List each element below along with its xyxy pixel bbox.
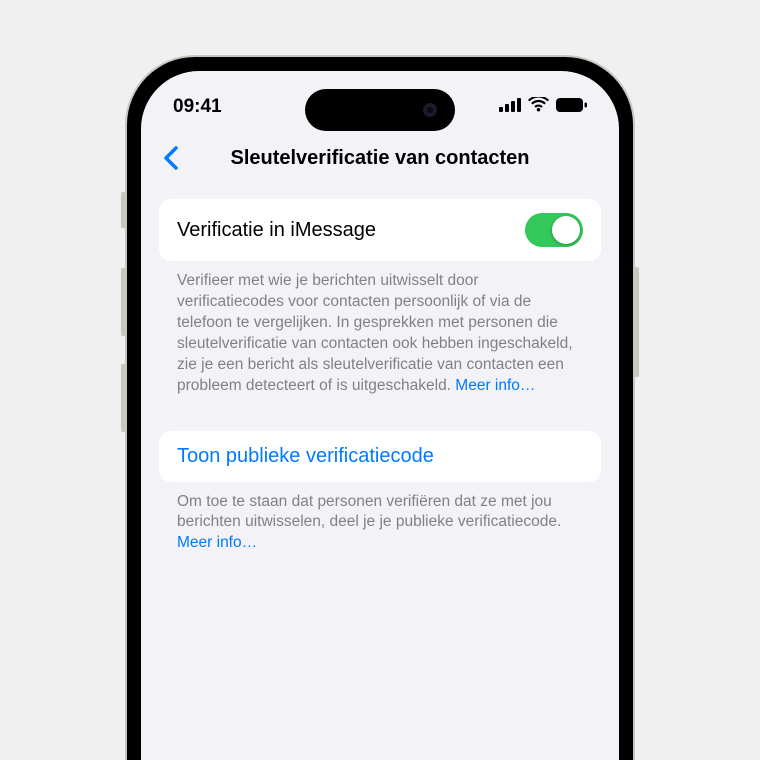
toggle-knob (552, 216, 580, 244)
page-title: Sleutelverificatie van contacten (151, 147, 609, 170)
cellular-icon (499, 96, 521, 118)
show-public-code-label: Toon publieke verificatiecode (177, 445, 434, 467)
section2-footer: Om toe te staan dat personen verifiëren … (159, 482, 601, 555)
side-buttons-right (634, 267, 639, 377)
section1-footer-text: Verifieer met wie je berichten uitwissel… (177, 272, 573, 394)
more-info-link-1[interactable]: Meer info… (455, 377, 535, 394)
show-public-code-row[interactable]: Toon publieke verificatiecode (159, 431, 601, 482)
screen: 09:41 Sleutelverificatie (141, 71, 619, 760)
nav-bar: Sleutelverificatie van contacten (141, 133, 619, 183)
camera-icon (423, 103, 437, 117)
phone-frame: 09:41 Sleutelverificatie (125, 55, 635, 760)
imessage-verification-row: Verificatie in iMessage (159, 199, 601, 261)
toggle-label: Verificatie in iMessage (177, 219, 376, 242)
battery-icon (556, 96, 587, 118)
more-info-link-2[interactable]: Meer info… (177, 534, 257, 551)
section1-footer: Verifieer met wie je berichten uitwissel… (159, 261, 601, 397)
wifi-icon (528, 96, 549, 118)
imessage-verification-toggle[interactable] (525, 213, 583, 247)
status-time: 09:41 (173, 96, 222, 118)
dynamic-island (305, 89, 455, 131)
section2-footer-text: Om toe te staan dat personen verifiëren … (177, 493, 561, 531)
side-buttons-left (121, 192, 126, 460)
